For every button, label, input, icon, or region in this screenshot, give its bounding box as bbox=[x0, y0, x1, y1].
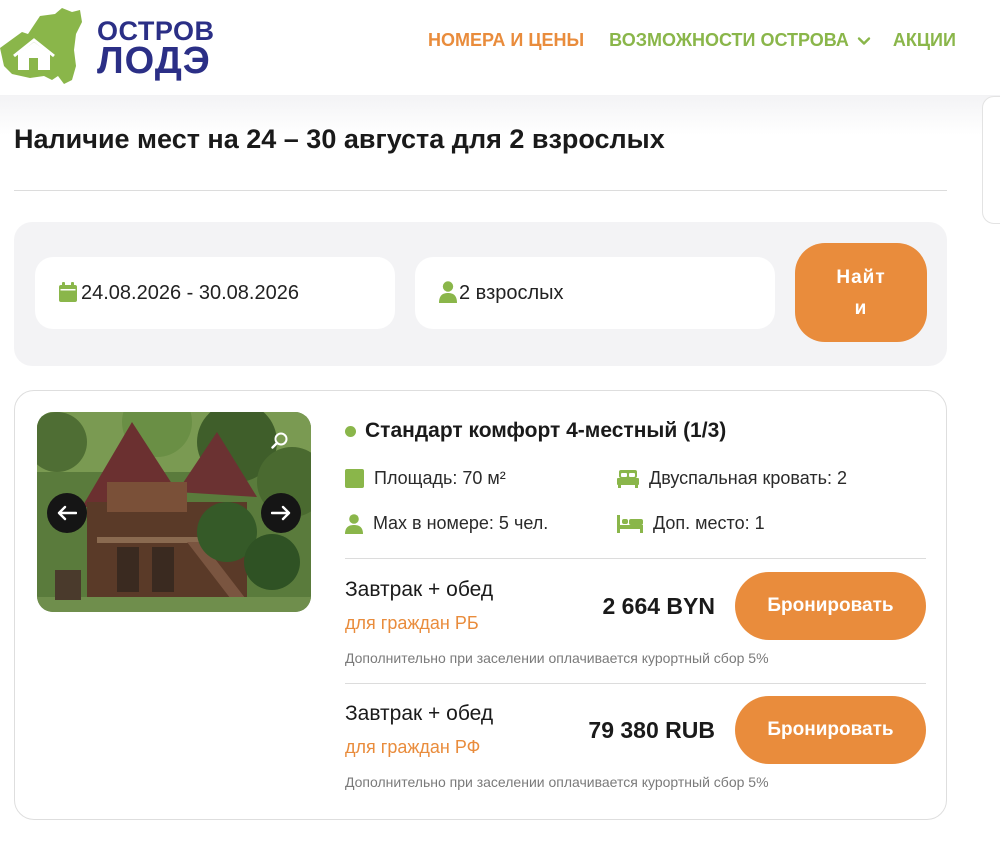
book-button[interactable]: Бронировать bbox=[735, 696, 926, 764]
rate-citizenship: для граждан РБ bbox=[345, 613, 479, 633]
calendar-icon bbox=[59, 282, 77, 302]
resort-fee-note: Дополнительно при заселении оплачивается… bbox=[345, 650, 769, 666]
main-nav: НОМЕРА И ЦЕНЫ ВОЗМОЖНОСТИ ОСТРОВА АКЦИИ bbox=[428, 30, 956, 51]
guests-field[interactable]: 2 взрослых bbox=[415, 257, 775, 329]
person-icon bbox=[345, 513, 363, 534]
rate-price: 2 664 BYN bbox=[602, 593, 715, 619]
rate-name: Завтрак + обед bbox=[345, 702, 494, 725]
availability-dot bbox=[345, 425, 356, 437]
feature-beds-text: Двуспальная кровать: 2 bbox=[649, 468, 847, 488]
double-bed-icon bbox=[617, 469, 639, 488]
date-range-field[interactable]: 24.08.2026 - 30.08.2026 bbox=[35, 257, 395, 329]
guests-value: 2 взрослых bbox=[459, 281, 564, 304]
search-panel: 24.08.2026 - 30.08.2026 2 взрослых Найт и bbox=[14, 222, 947, 366]
feature-area-text: Площадь: 70 м² bbox=[374, 468, 506, 488]
nav-island-features[interactable]: ВОЗМОЖНОСТИ ОСТРОВА bbox=[609, 30, 871, 51]
nav-promos[interactable]: АКЦИИ bbox=[893, 30, 956, 51]
feature-beds: Двуспальная кровать: 2 bbox=[617, 468, 847, 489]
resort-fee-note: Дополнительно при заселении оплачивается… bbox=[345, 774, 769, 790]
find-button-label-line2: и bbox=[854, 297, 868, 319]
room-title-text: Стандарт комфорт 4-местный (1/3) bbox=[365, 419, 727, 442]
rate-citizenship: для граждан РФ bbox=[345, 737, 481, 757]
date-range-value: 24.08.2026 - 30.08.2026 bbox=[81, 281, 299, 304]
nav-island-features-label: ВОЗМОЖНОСТИ ОСТРОВА bbox=[609, 30, 849, 50]
person-icon bbox=[439, 281, 457, 303]
rate-divider bbox=[345, 683, 926, 684]
area-square-icon bbox=[345, 469, 364, 488]
zoom-icon[interactable] bbox=[271, 432, 289, 450]
feature-area: Площадь: 70 м² bbox=[345, 468, 506, 489]
photo-next-button[interactable] bbox=[261, 493, 301, 533]
room-photo[interactable] bbox=[37, 412, 311, 612]
room-card: Стандарт комфорт 4-местный (1/3) Площадь… bbox=[14, 390, 947, 820]
feature-max-guests: Max в номере: 5 чел. bbox=[345, 513, 548, 534]
rate-price: 79 380 RUB bbox=[588, 717, 715, 743]
rate-name: Завтрак + обед bbox=[345, 578, 494, 601]
feature-extra-bed-text: Доп. место: 1 bbox=[653, 513, 765, 533]
nav-rooms-prices[interactable]: НОМЕРА И ЦЕНЫ bbox=[428, 30, 584, 51]
site-logo[interactable]: ОСТРОВ ЛОДЭ bbox=[0, 4, 230, 88]
arrow-left-icon bbox=[57, 505, 77, 521]
page-title: Наличие мест на 24 – 30 августа для 2 вз… bbox=[14, 124, 665, 154]
room-title[interactable]: Стандарт комфорт 4-местный (1/3) bbox=[345, 419, 726, 443]
photo-prev-button[interactable] bbox=[47, 493, 87, 533]
find-button-label-line1: Найт bbox=[836, 266, 886, 288]
feature-max-guests-text: Max в номере: 5 чел. bbox=[373, 513, 549, 533]
extra-bed-icon bbox=[617, 514, 643, 533]
title-divider bbox=[14, 190, 947, 191]
arrow-right-icon bbox=[271, 505, 291, 521]
island-house-logo-icon bbox=[0, 8, 82, 84]
rate-divider bbox=[345, 558, 926, 559]
feature-extra-bed: Доп. место: 1 bbox=[617, 513, 765, 534]
site-header: ОСТРОВ ЛОДЭ НОМЕРА И ЦЕНЫ ВОЗМОЖНОСТИ ОС… bbox=[0, 0, 1000, 95]
chevron-down-icon bbox=[857, 36, 871, 45]
find-button[interactable]: Найт и bbox=[795, 243, 927, 342]
side-panel-edge bbox=[982, 96, 1000, 224]
logo-text-line2: ЛОДЭ bbox=[97, 40, 211, 82]
book-button[interactable]: Бронировать bbox=[735, 572, 926, 640]
